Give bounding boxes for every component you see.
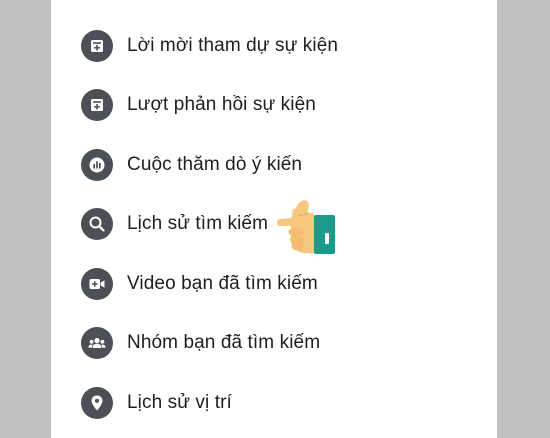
menu-item-event-responses[interactable]: Lượt phản hồi sự kiện — [81, 89, 316, 121]
menu-item-label: Lời mời tham dự sự kiện — [127, 35, 339, 56]
search-icon — [81, 208, 113, 240]
menu-item-search-history[interactable]: Lịch sử tìm kiếm — [81, 208, 268, 240]
pointing-hand-icon — [277, 200, 335, 254]
group-icon — [81, 327, 113, 359]
menu-item-video-searches[interactable]: Video bạn đã tìm kiếm — [81, 268, 318, 300]
menu-item-group-searches[interactable]: Nhóm bạn đã tìm kiếm — [81, 327, 320, 359]
menu-item-label: Cuộc thăm dò ý kiến — [127, 154, 303, 175]
location-pin-icon — [81, 387, 113, 419]
menu-item-location-history[interactable]: Lịch sử vị trí — [81, 387, 232, 419]
menu-item-event-invites[interactable]: Lời mời tham dự sự kiện — [81, 30, 338, 62]
menu-item-label: Lịch sử tìm kiếm — [127, 213, 269, 234]
poll-icon — [81, 149, 113, 181]
video-camera-icon — [81, 268, 113, 300]
menu-item-label: Video bạn đã tìm kiếm — [127, 273, 318, 294]
event-invite-icon — [81, 30, 113, 62]
event-response-icon — [81, 89, 113, 121]
menu-item-label: Lịch sử vị trí — [127, 392, 232, 413]
menu-item-label: Nhóm bạn đã tìm kiếm — [127, 332, 321, 353]
menu-item-label: Lượt phản hồi sự kiện — [127, 94, 316, 115]
activity-log-menu-panel: Lời mời tham dự sự kiện Lượt phản hồi sự… — [51, 0, 497, 438]
menu-item-polls[interactable]: Cuộc thăm dò ý kiến — [81, 149, 302, 181]
